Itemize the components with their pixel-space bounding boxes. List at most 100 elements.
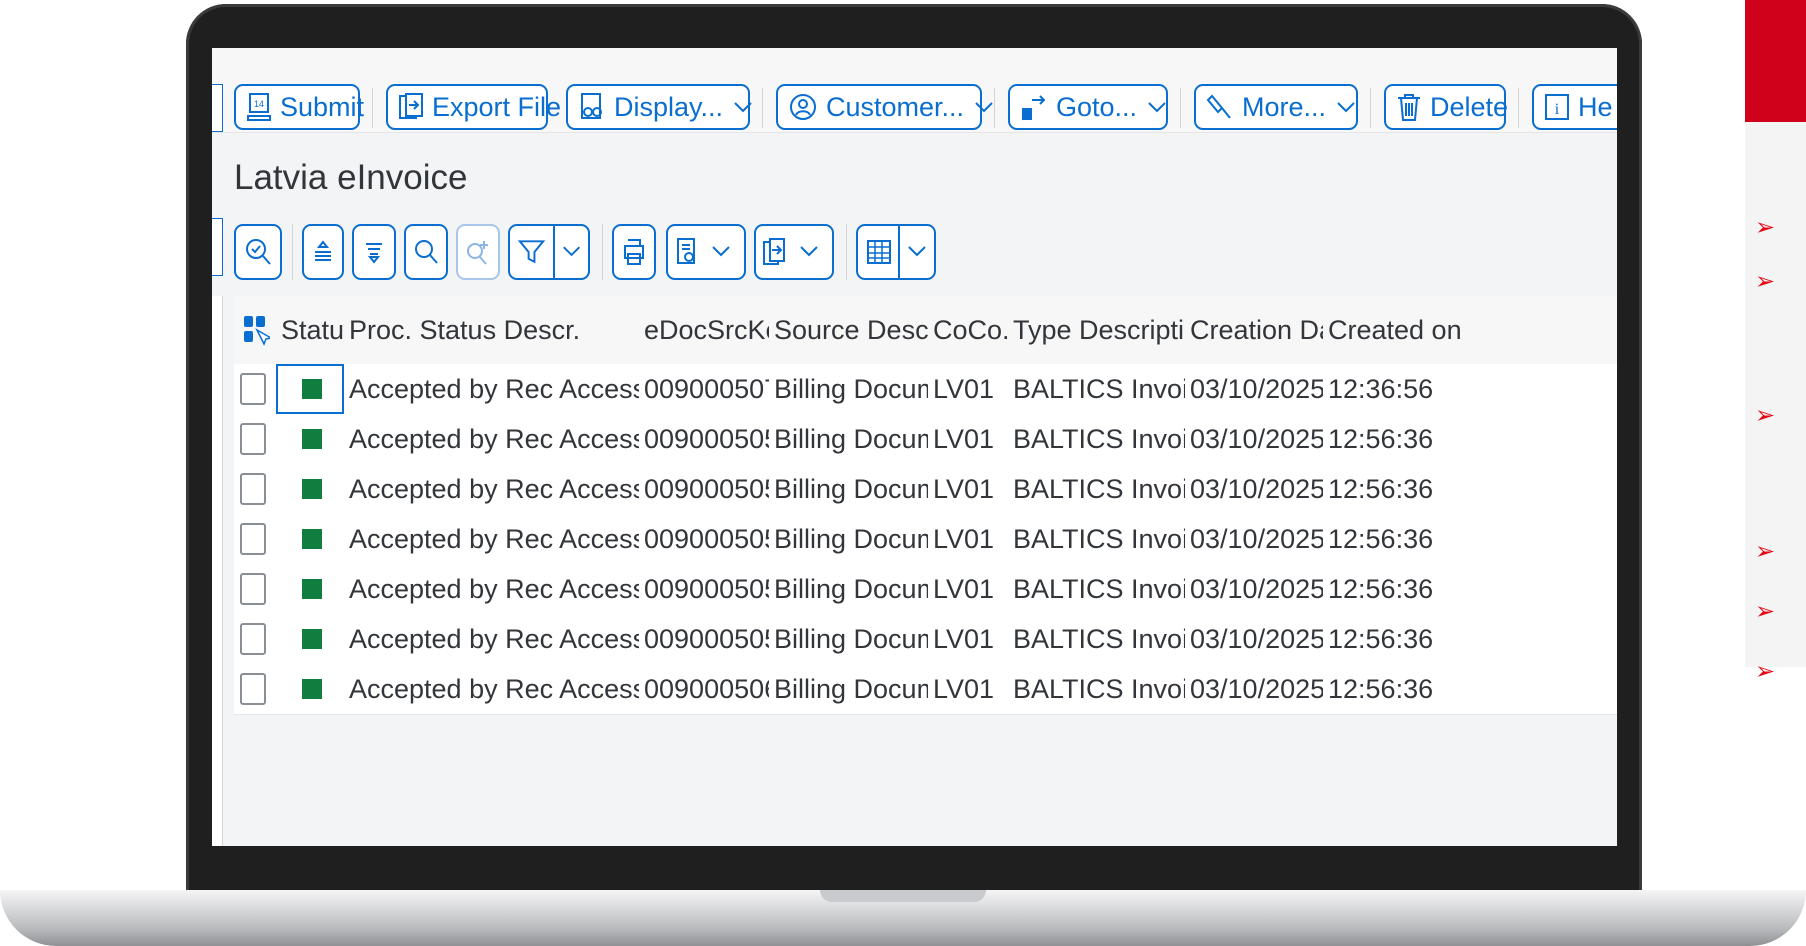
type-description-cell: BALTICS Invoices [1013, 523, 1185, 554]
created-on-cell: 12:56:36 [1328, 623, 1434, 654]
edocsrckey-cell: 0090005057 [644, 523, 769, 554]
row-checkbox[interactable] [240, 623, 266, 655]
layout-grid-icon [867, 240, 891, 264]
row-checkbox[interactable] [240, 473, 266, 505]
coco-cell: LV01 [933, 623, 995, 654]
status-cell[interactable] [276, 664, 344, 714]
collapsed-panel-edge[interactable] [212, 218, 223, 276]
toolbar-divider [1518, 88, 1519, 128]
row-select-cell[interactable] [234, 464, 276, 514]
table-row[interactable]: Accepted by Rec Access Point0090005057Bi… [234, 514, 1617, 565]
proc-status-cell: Accepted by Rec Access Point [349, 623, 639, 654]
status-cell[interactable] [276, 514, 344, 564]
created-on-cell: 12:56:36 [1328, 423, 1434, 454]
more-menu-button[interactable]: More... [1194, 84, 1358, 130]
table-row[interactable]: Accepted by Rec Access Point0090005076Bi… [234, 364, 1617, 415]
source-descr-cell: Billing Document [774, 623, 928, 654]
edocsrckey-cell: 0090005076 [644, 373, 769, 404]
coco-cell: LV01 [933, 423, 995, 454]
row-select-cell[interactable] [234, 614, 276, 664]
trash-icon [1398, 94, 1420, 121]
row-checkbox[interactable] [240, 523, 266, 555]
row-checkbox[interactable] [240, 573, 266, 605]
status-ok-icon [302, 479, 322, 499]
chevron-down-icon [1337, 102, 1355, 113]
column-header-created-on[interactable]: Created on [1323, 296, 1617, 364]
creation-date-cell: 03/10/2025 [1190, 373, 1323, 404]
coco-cell: LV01 [933, 673, 995, 704]
layout-menu-button[interactable] [856, 224, 936, 280]
delete-button[interactable]: Delete [1384, 84, 1508, 130]
status-cell[interactable] [276, 464, 344, 514]
toolbar-divider [372, 88, 373, 128]
column-header-type-description[interactable]: Type Description [1008, 296, 1185, 364]
proc-status-cell: Accepted by Rec Access Point [349, 373, 639, 404]
source-descr-cell: Billing Document [774, 373, 928, 404]
report-menu-button[interactable] [666, 224, 746, 280]
table-row[interactable]: Accepted by Rec Access Point0090005056Bi… [234, 464, 1617, 515]
row-checkbox[interactable] [240, 423, 266, 455]
edocsrckey-cell: 0090005055 [644, 423, 769, 454]
table-header-row: Status Proc. Status Descr. eDocSrcKey So… [234, 296, 1617, 365]
table-row[interactable]: Accepted by Rec Access Point0090005055Bi… [234, 414, 1617, 465]
sort-ascending-button[interactable] [302, 224, 344, 280]
creation-date-cell: 03/10/2025 [1190, 623, 1323, 654]
sort-descending-button[interactable] [352, 224, 396, 280]
print-button[interactable] [612, 224, 656, 280]
status-ok-icon [302, 579, 322, 599]
proc-status-cell: Accepted by Rec Access Point [349, 473, 639, 504]
toolbar-divider [1180, 88, 1181, 128]
column-header-creation-date[interactable]: Creation Date [1185, 296, 1323, 364]
column-header-coco[interactable]: CoCo... [928, 296, 1008, 364]
filter-menu-button[interactable] [508, 224, 590, 280]
more-icon [1206, 94, 1231, 119]
table-row[interactable]: Accepted by Rec Access Point0090005060Bi… [234, 664, 1617, 715]
column-header-edocsrckey[interactable]: eDocSrcKey [639, 296, 769, 364]
status-ok-icon [302, 379, 322, 399]
chevron-down-icon [975, 102, 993, 113]
table-row[interactable]: Accepted by Rec Access Point0090005059Bi… [234, 614, 1617, 665]
row-checkbox[interactable] [240, 373, 266, 405]
column-header-status[interactable]: Status [276, 296, 344, 364]
status-cell[interactable] [276, 614, 344, 664]
toolbar-divider [994, 88, 995, 128]
row-checkbox[interactable] [240, 673, 266, 705]
zoom-detail-button[interactable] [234, 224, 282, 280]
creation-date-cell: 03/10/2025 [1190, 423, 1323, 454]
created-on-cell: 12:56:36 [1328, 573, 1434, 604]
export-menu-button[interactable] [754, 224, 834, 280]
find-next-button[interactable] [456, 224, 500, 280]
row-select-cell[interactable] [234, 514, 276, 564]
type-description-cell: BALTICS Invoices [1013, 573, 1185, 604]
created-on-cell: 12:36:56 [1328, 373, 1434, 404]
print-icon [624, 239, 644, 265]
submit-button[interactable]: 14 Submit [234, 84, 364, 130]
column-header-proc-status[interactable]: Proc. Status Descr. [344, 296, 639, 364]
display-label: Display... [614, 91, 724, 122]
row-select-cell[interactable] [234, 414, 276, 464]
table-row[interactable]: Accepted by Rec Access Point0090005058Bi… [234, 564, 1617, 615]
column-header-source-descr[interactable]: Source Descr. [769, 296, 928, 364]
source-descr-cell: Billing Document [774, 573, 928, 604]
help-button[interactable]: i He [1532, 84, 1617, 130]
search-button[interactable] [404, 224, 448, 280]
status-cell[interactable] [276, 414, 344, 464]
status-cell[interactable] [276, 564, 344, 614]
row-select-cell[interactable] [234, 364, 276, 414]
export-file-button[interactable]: Export File [386, 84, 561, 130]
collapsed-panel-edge[interactable] [212, 84, 223, 132]
chevron-down-icon [908, 246, 926, 257]
row-select-cell[interactable] [234, 564, 276, 614]
status-cell[interactable] [276, 364, 344, 414]
source-descr-cell: Billing Document [774, 423, 928, 454]
creation-date-cell: 03/10/2025 [1190, 673, 1323, 704]
chevron-down-icon [712, 246, 730, 257]
goto-label: Goto... [1056, 91, 1138, 122]
select-all-cell[interactable] [234, 296, 276, 364]
display-menu-button[interactable]: Display... [566, 84, 752, 130]
goto-menu-button[interactable]: Goto... [1008, 84, 1168, 130]
chevron-down-icon [1148, 102, 1166, 113]
customer-menu-button[interactable]: Customer... [776, 84, 993, 130]
row-select-cell[interactable] [234, 664, 276, 714]
edocsrckey-cell: 0090005059 [644, 623, 769, 654]
